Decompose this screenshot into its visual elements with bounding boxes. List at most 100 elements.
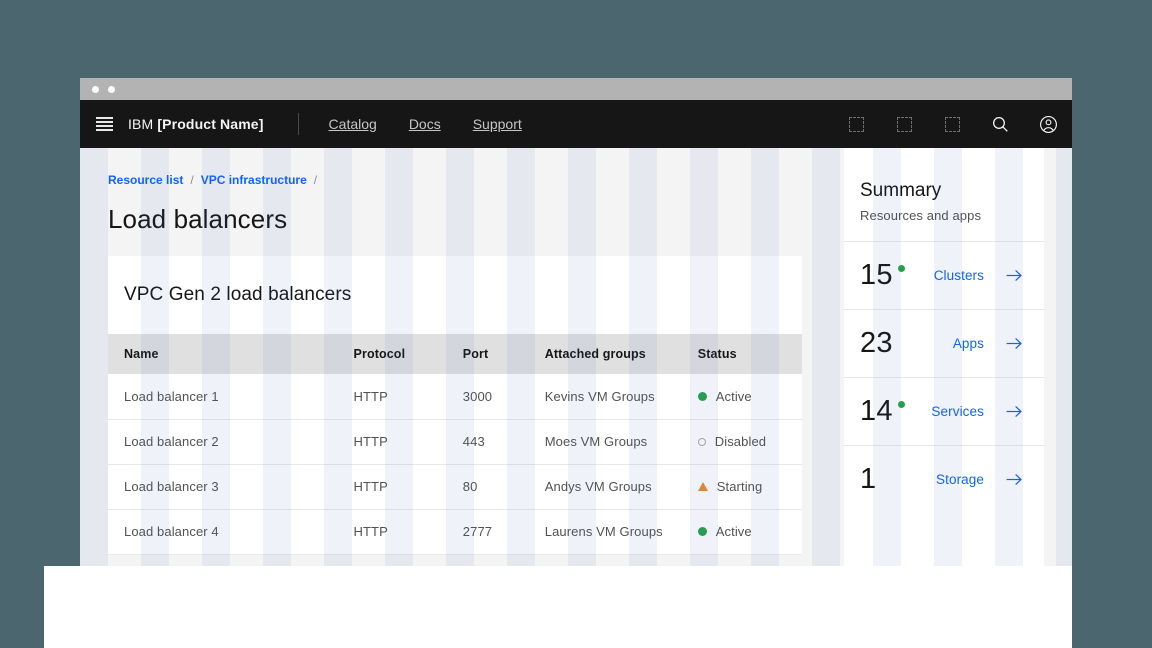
placeholder-box-icon [897, 117, 912, 132]
placeholder-box-icon [945, 117, 960, 132]
cell-status: Disabled [682, 419, 802, 464]
cell-protocol: HTTP [338, 419, 447, 464]
arrow-right-icon[interactable] [1006, 269, 1024, 282]
nav-divider [298, 113, 299, 135]
status-active-dot-icon [698, 527, 707, 536]
load-balancers-table: Name Protocol Port Attached groups Statu… [108, 334, 802, 555]
breadcrumb: Resource list / VPC infrastructure / [108, 172, 828, 188]
cell-port: 2777 [447, 509, 529, 554]
column-header-protocol[interactable]: Protocol [338, 334, 447, 374]
page-title: Load balancers [108, 203, 828, 235]
status-label: Active [716, 524, 752, 539]
status-warning-triangle-icon [698, 482, 708, 491]
cell-status: Starting [682, 464, 802, 509]
column-header-port[interactable]: Port [447, 334, 529, 374]
cell-status: Active [682, 509, 802, 554]
cell-name: Load balancer 2 [108, 419, 338, 464]
cell-protocol: HTTP [338, 464, 447, 509]
browser-window: IBM [Product Name] Catalog Docs Support [80, 78, 1072, 566]
nav-link-docs[interactable]: Docs [393, 100, 457, 148]
window-titlebar [80, 78, 1072, 100]
summary-link-storage[interactable]: Storage [936, 472, 984, 487]
breadcrumb-separator: / [190, 172, 193, 188]
cell-attached-groups: Moes VM Groups [529, 419, 682, 464]
cell-name: Load balancer 3 [108, 464, 338, 509]
table-row[interactable]: Load balancer 3 HTTP 80 Andys VM Groups … [108, 464, 802, 509]
table-row[interactable]: Load balancer 1 HTTP 3000 Kevins VM Grou… [108, 374, 802, 419]
load-balancer-table-panel: VPC Gen 2 load balancers Name Protocol P… [108, 256, 802, 555]
summary-row-services[interactable]: 14 Services [844, 377, 1044, 445]
arrow-right-icon[interactable] [1006, 337, 1024, 350]
summary-row-storage[interactable]: 1 Storage [844, 445, 1044, 513]
bottom-overlay-sheet [44, 566, 1072, 648]
user-avatar-button[interactable] [1024, 100, 1072, 148]
arrow-right-icon[interactable] [1006, 473, 1024, 486]
column-header-status[interactable]: Status [682, 334, 802, 374]
summary-count: 1 [860, 465, 876, 494]
summary-subtitle: Resources and apps [860, 208, 1024, 223]
summary-row-clusters[interactable]: 15 Clusters [844, 241, 1044, 309]
primary-nav: Catalog Docs Support [313, 100, 538, 148]
cell-port: 80 [447, 464, 529, 509]
header-action-icons [832, 100, 1072, 148]
search-icon [991, 115, 1010, 134]
app-header: IBM [Product Name] Catalog Docs Support [80, 100, 1072, 148]
cell-protocol: HTTP [338, 374, 447, 419]
cell-name: Load balancer 1 [108, 374, 338, 419]
arrow-right-icon[interactable] [1006, 405, 1024, 418]
status-indicator-dot-icon [898, 265, 905, 272]
cell-protocol: HTTP [338, 509, 447, 554]
table-body: Load balancer 1 HTTP 3000 Kevins VM Grou… [108, 374, 802, 554]
brand-prefix: IBM [128, 116, 157, 132]
breadcrumb-item-resource-list[interactable]: Resource list [108, 172, 183, 188]
cell-name: Load balancer 4 [108, 509, 338, 554]
hamburger-menu-icon [96, 114, 113, 133]
summary-title: Summary [860, 178, 1024, 204]
summary-count: 23 [860, 329, 893, 358]
window-dot-2[interactable] [108, 86, 115, 93]
table-row[interactable]: Load balancer 4 HTTP 2777 Laurens VM Gro… [108, 509, 802, 554]
breadcrumb-separator: / [314, 172, 317, 188]
status-disabled-circle-icon [698, 438, 706, 446]
status-label: Disabled [715, 434, 766, 449]
column-header-name[interactable]: Name [108, 334, 338, 374]
page-header: Resource list / VPC infrastructure / Loa… [80, 148, 828, 256]
nav-link-catalog[interactable]: Catalog [313, 100, 393, 148]
column-header-attached-groups[interactable]: Attached groups [529, 334, 682, 374]
status-indicator-dot-icon [898, 401, 905, 408]
status-active-dot-icon [698, 392, 707, 401]
main-column: Resource list / VPC infrastructure / Loa… [80, 148, 828, 566]
hamburger-menu-button[interactable] [80, 100, 128, 148]
table-row[interactable]: Load balancer 2 HTTP 443 Moes VM Groups … [108, 419, 802, 464]
summary-link-services[interactable]: Services [931, 404, 984, 419]
summary-count: 14 [860, 397, 893, 426]
app-brand[interactable]: IBM [Product Name] [128, 116, 280, 132]
summary-column: Summary Resources and apps 15 Clusters [828, 148, 1072, 566]
cell-attached-groups: Laurens VM Groups [529, 509, 682, 554]
table-header-row: Name Protocol Port Attached groups Statu… [108, 334, 802, 374]
window-dot-1[interactable] [92, 86, 99, 93]
status-label: Active [716, 389, 752, 404]
summary-row-apps[interactable]: 23 Apps [844, 309, 1044, 377]
search-button[interactable] [976, 100, 1024, 148]
table-heading: VPC Gen 2 load balancers [124, 284, 351, 306]
summary-link-clusters[interactable]: Clusters [934, 268, 984, 283]
table-toolbar: VPC Gen 2 load balancers [108, 256, 802, 334]
summary-count: 15 [860, 261, 893, 290]
nav-link-support[interactable]: Support [457, 100, 538, 148]
breadcrumb-item-vpc-infrastructure[interactable]: VPC infrastructure [201, 172, 307, 188]
summary-link-apps[interactable]: Apps [953, 336, 984, 351]
cell-attached-groups: Andys VM Groups [529, 464, 682, 509]
placeholder-box-button-2[interactable] [880, 100, 928, 148]
brand-name: [Product Name] [157, 116, 263, 132]
cell-port: 443 [447, 419, 529, 464]
placeholder-box-button-3[interactable] [928, 100, 976, 148]
cell-port: 3000 [447, 374, 529, 419]
placeholder-box-button-1[interactable] [832, 100, 880, 148]
status-label: Starting [717, 479, 763, 494]
page-body: Resource list / VPC infrastructure / Loa… [80, 148, 1072, 566]
cell-status: Active [682, 374, 802, 419]
table-header-row-group: Name Protocol Port Attached groups Statu… [108, 334, 802, 374]
cell-attached-groups: Kevins VM Groups [529, 374, 682, 419]
user-avatar-icon [1039, 115, 1058, 134]
